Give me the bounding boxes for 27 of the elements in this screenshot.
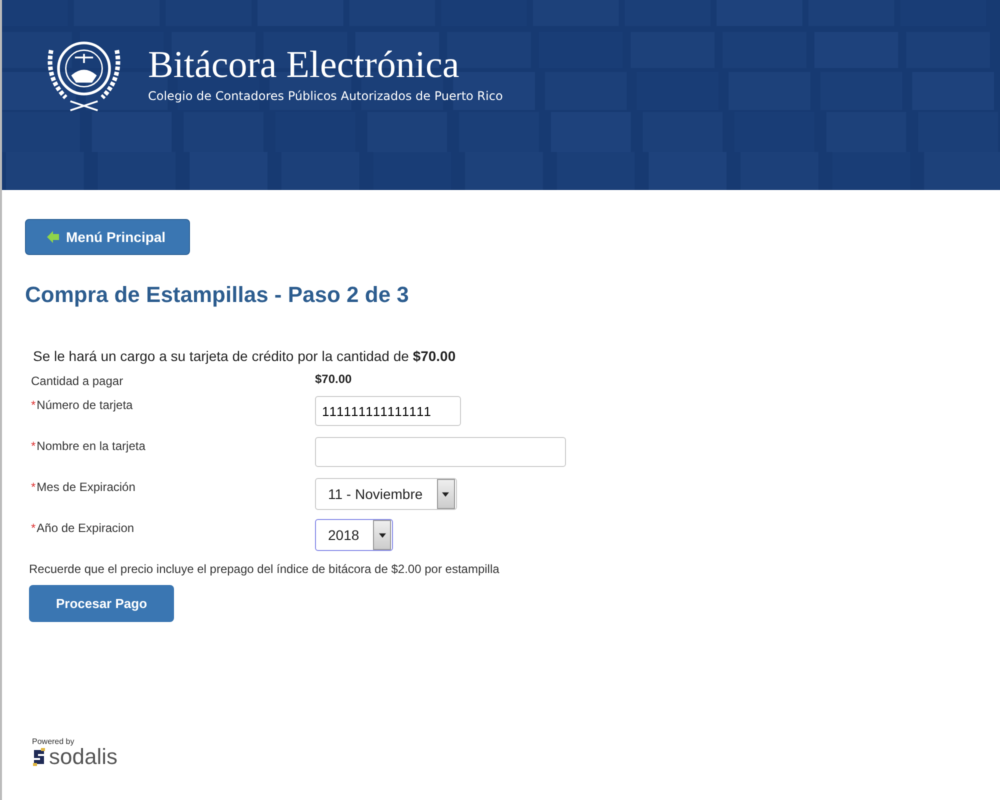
arrow-left-icon	[46, 230, 60, 244]
sodalis-logo-icon	[32, 748, 46, 766]
field-label: Nombre en la tarjeta	[36, 439, 146, 453]
required-mark: *	[31, 521, 36, 535]
price-note: Recuerde que el precio incluye el prepago del índice de bitácora de $2.00 por estampilla	[29, 562, 500, 576]
required-mark: *	[31, 480, 36, 494]
amount-value: $70.00	[315, 372, 352, 386]
process-payment-button[interactable]: Procesar Pago	[29, 585, 174, 622]
powered-by-text: Powered by	[32, 737, 76, 746]
field-label: Número de tarjeta	[36, 398, 133, 412]
brand-name: sodalis	[49, 746, 118, 768]
required-mark: *	[31, 439, 36, 453]
caret-down-icon	[378, 532, 386, 538]
dropdown[interactable]: 2018	[315, 519, 394, 551]
field-label: Año de Expiracion	[36, 521, 134, 535]
page-heading: Compra de Estampillas - Paso 2 de 3	[25, 282, 410, 308]
caret-down-icon	[442, 492, 450, 496]
field-label: Cantidad a pagar	[31, 374, 124, 388]
site-title: Bitácora Electrónica	[148, 43, 460, 87]
required-mark: *	[31, 398, 36, 412]
main-menu-button[interactable]: Menú Principal	[25, 219, 190, 255]
charge-notice: Se le hará un cargo a su tarjeta de crédito por la cantidad de $70.00	[33, 348, 457, 364]
dropdown[interactable]: 11 - Noviembre	[315, 478, 457, 510]
input-field[interactable]	[315, 437, 566, 467]
field-label: Mes de Expiración	[36, 480, 136, 494]
site-subtitle: Colegio de Contadores Públicos Autorizados de Puerto Rico	[148, 89, 503, 103]
input-field[interactable]: 111111111111111	[315, 396, 461, 426]
